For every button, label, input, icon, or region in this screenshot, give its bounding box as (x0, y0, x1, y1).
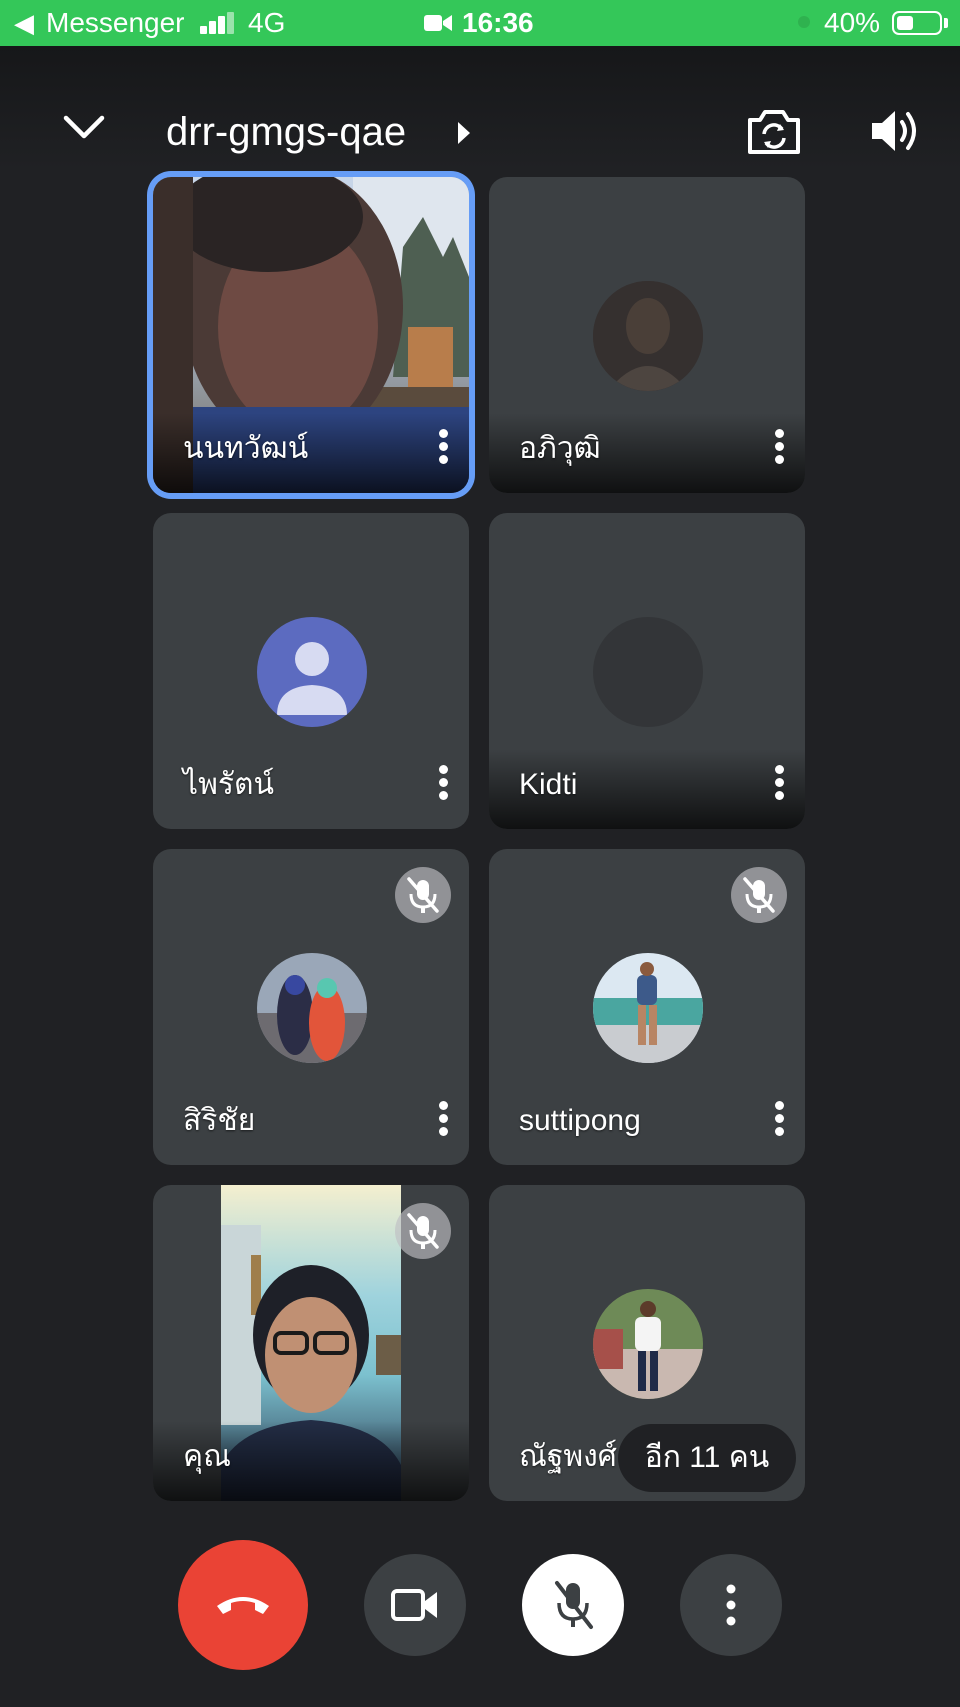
participant-tile[interactable]: นนทวัฒน์ (153, 177, 469, 493)
signal-icon (200, 12, 236, 34)
chevron-right-icon[interactable] (456, 120, 472, 146)
battery-cap (944, 18, 948, 28)
clock: 16:36 (462, 7, 534, 38)
toggle-camera-button[interactable] (364, 1554, 466, 1656)
more-vert-icon[interactable] (431, 1099, 455, 1139)
participant-name: สิริชัย (183, 1104, 256, 1137)
participant-tile[interactable]: Kidti (489, 513, 805, 829)
meeting-header: drr-gmgs-qae (0, 46, 960, 170)
network-type: 4G (248, 7, 286, 38)
activity-dot-icon (798, 16, 810, 28)
video-recording-icon (424, 15, 452, 31)
participant-avatar (257, 953, 367, 1063)
participant-name: นนทวัฒน์ (183, 432, 309, 465)
back-arrow-icon[interactable]: ◀ (14, 9, 34, 37)
participant-avatar (593, 281, 703, 391)
status-bar: ◀ Messenger 4G 16:36 40% (0, 0, 960, 46)
battery-percent: 40% (824, 7, 881, 38)
participant-avatar (593, 617, 703, 727)
mic-off-icon (731, 867, 787, 923)
participant-avatar (593, 953, 703, 1063)
participant-tile[interactable]: อภิวุฒิ (489, 177, 805, 493)
flip-camera-icon[interactable] (746, 106, 802, 156)
back-app-label[interactable]: Messenger (46, 8, 185, 38)
more-vert-icon[interactable] (767, 1099, 791, 1139)
chevron-down-icon[interactable] (54, 106, 114, 146)
meeting-code[interactable]: drr-gmgs-qae (166, 108, 406, 156)
more-vert-icon[interactable] (431, 763, 455, 803)
participant-name: ไพรัตน์ (183, 768, 274, 801)
more-options-button[interactable] (680, 1554, 782, 1656)
participant-tile[interactable]: สิริชัย (153, 849, 469, 1165)
participant-name: Kidti (519, 768, 578, 801)
more-vert-icon[interactable] (767, 763, 791, 803)
video-camera-icon (391, 1589, 437, 1621)
participant-avatar (593, 1289, 703, 1399)
participant-name: ณัฐพงศ์ (519, 1440, 617, 1473)
participant-name: suttipong (519, 1104, 641, 1137)
more-vert-icon[interactable] (767, 427, 791, 467)
participant-tile[interactable]: ไพรัตน์ (153, 513, 469, 829)
mic-off-icon (395, 1203, 451, 1259)
participant-name: คุณ (183, 1440, 231, 1473)
mic-off-icon (555, 1581, 593, 1629)
more-vert-icon[interactable] (431, 427, 455, 467)
more-vert-icon (726, 1584, 736, 1626)
participant-name: อภิวุฒิ (519, 432, 601, 465)
default-avatar-icon (257, 617, 367, 727)
end-call-button[interactable] (178, 1540, 308, 1670)
mic-off-icon (395, 867, 451, 923)
participant-tile[interactable]: คุณ (153, 1185, 469, 1501)
speaker-icon[interactable] (868, 106, 922, 156)
participant-tile[interactable]: suttipong (489, 849, 805, 1165)
toggle-mic-button[interactable] (522, 1554, 624, 1656)
more-participants-button[interactable]: อีก 11 คน (618, 1424, 796, 1492)
end-call-icon (217, 1597, 269, 1614)
battery-icon (892, 11, 942, 35)
